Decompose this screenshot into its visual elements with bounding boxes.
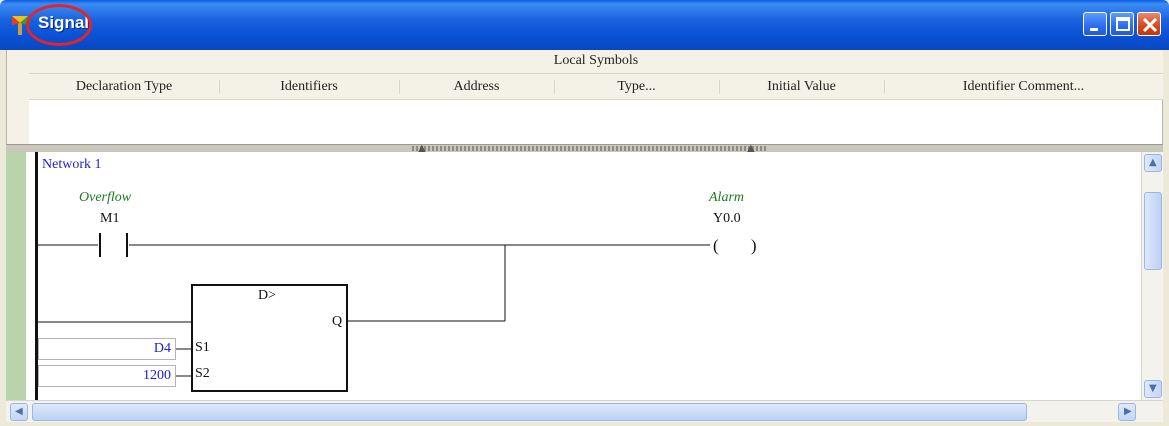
vertical-scrollbar[interactable]: ▲ ▼	[1141, 152, 1163, 400]
scroll-up-button[interactable]: ▲	[1144, 154, 1162, 172]
vertical-scroll-thumb[interactable]	[1144, 192, 1162, 270]
operand-s1-field[interactable]: D4	[38, 338, 176, 360]
operand-s2-field[interactable]: 1200	[38, 365, 176, 387]
chevron-down-icon: ▼	[1149, 383, 1157, 394]
chevron-left-icon: ◀	[15, 406, 23, 417]
function-block-name: D>	[258, 288, 277, 303]
chevron-up-icon: ▲	[1149, 157, 1157, 168]
signal-window: Signal Local Symbols Declaration Type Id…	[0, 0, 1169, 426]
pin-label-s1: S1	[195, 340, 210, 355]
coil-symbol[interactable]: ( )	[713, 236, 771, 256]
scroll-right-button[interactable]: ▶	[1118, 403, 1136, 421]
ladder-wiring	[38, 233, 710, 392]
horizontal-scroll-thumb[interactable]	[32, 403, 1027, 421]
scroll-left-button[interactable]: ◀	[10, 403, 28, 421]
horizontal-scrollbar[interactable]: ◀ ▶	[6, 400, 1163, 422]
scroll-down-button[interactable]: ▼	[1144, 380, 1162, 398]
function-block-output-q: Q	[332, 314, 343, 329]
pin-label-s2: S2	[195, 366, 210, 381]
chevron-right-icon: ▶	[1124, 406, 1132, 417]
